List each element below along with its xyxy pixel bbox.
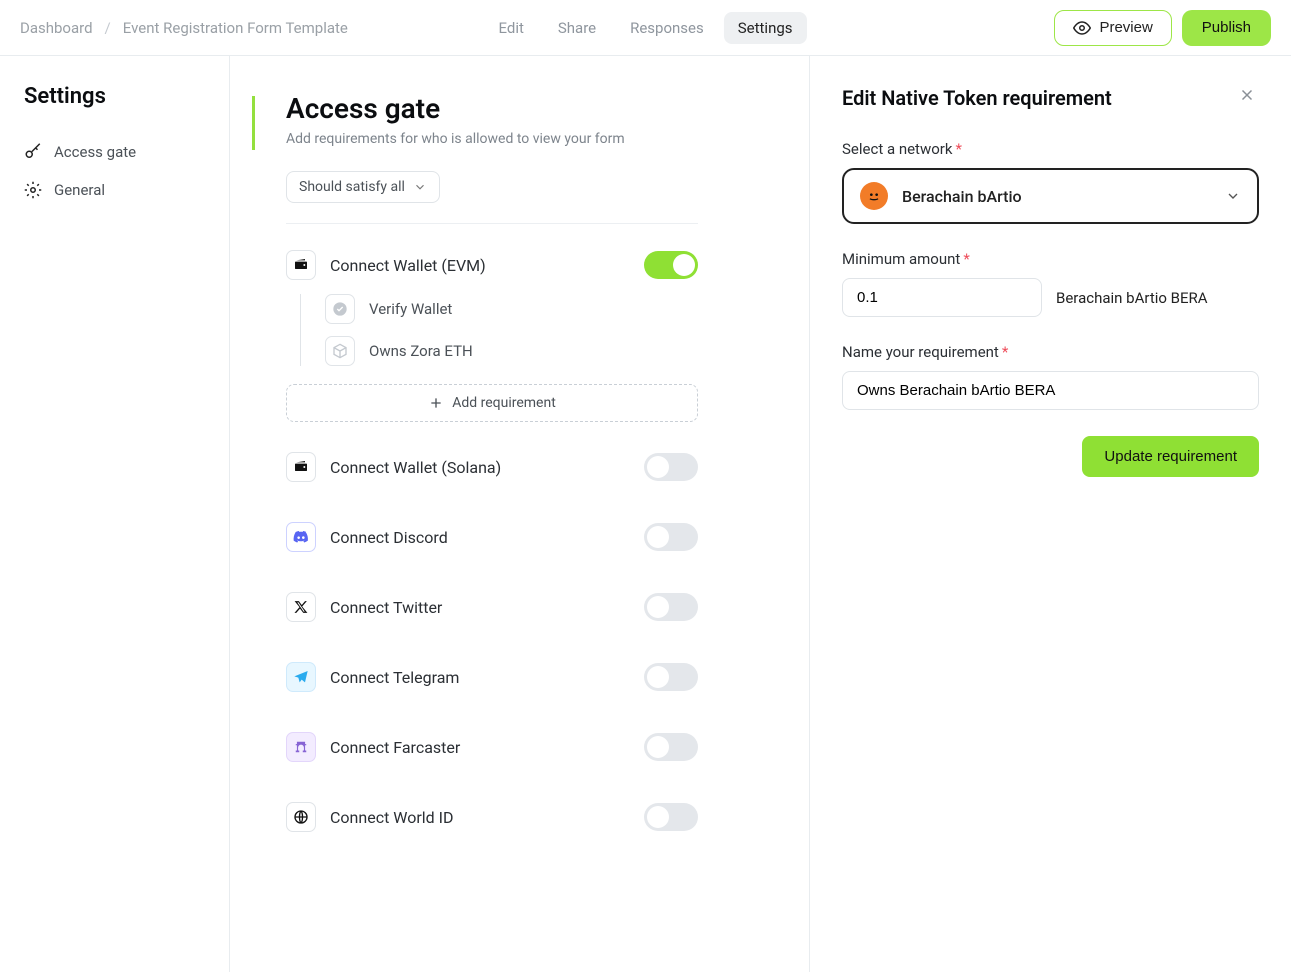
drawer-title: Edit Native Token requirement [842,86,1112,110]
key-icon [24,143,42,161]
breadcrumb-current[interactable]: Event Registration Form Template [123,19,348,37]
update-requirement-button[interactable]: Update requirement [1082,436,1259,477]
chevron-down-icon [413,180,427,194]
network-label: Select a network* [842,140,1259,158]
page-title: Access gate [286,92,698,125]
add-requirement-button[interactable]: Add requirement [286,384,698,422]
breadcrumb: Dashboard / Event Registration Form Temp… [20,19,348,37]
connector-label-twitter: Connect Twitter [330,598,630,617]
sidebar-item-access-gate[interactable]: Access gate [24,133,205,171]
satisfy-mode-select[interactable]: Should satisfy all [286,171,440,203]
toggle-twitter[interactable] [644,593,698,621]
toggle-evm[interactable] [644,251,698,279]
sidebar-item-label: General [54,181,105,199]
connector-label-worldid: Connect World ID [330,808,630,827]
min-amount-label: Minimum amount* [842,250,1259,268]
farcaster-icon [286,732,316,762]
requirement-name-label: Name your requirement* [842,343,1259,361]
page-subtitle: Add requirements for who is allowed to v… [286,131,698,147]
tab-responses[interactable]: Responses [616,12,718,44]
sidebar-item-general[interactable]: General [24,171,205,209]
berachain-icon [860,182,888,210]
network-value: Berachain bArtio [902,187,1211,206]
eye-icon [1073,19,1091,37]
min-amount-suffix: Berachain bArtio BERA [1056,289,1208,307]
toggle-worldid[interactable] [644,803,698,831]
tab-share[interactable]: Share [544,12,610,44]
divider [286,223,698,224]
tab-edit[interactable]: Edit [484,12,537,44]
connector-label-telegram: Connect Telegram [330,668,630,687]
connector-label-evm: Connect Wallet (EVM) [330,256,630,275]
requirement-name-input[interactable] [842,371,1259,410]
twitter-x-icon [286,592,316,622]
preview-button[interactable]: Preview [1054,10,1171,46]
breadcrumb-separator: / [105,19,111,37]
close-button[interactable] [1235,86,1259,110]
telegram-icon [286,662,316,692]
sidebar-item-label: Access gate [54,143,136,161]
publish-button[interactable]: Publish [1182,10,1271,46]
requirement-owns-zora[interactable]: Owns Zora ETH [325,336,698,366]
sidebar-title: Settings [24,84,205,109]
discord-icon [286,522,316,552]
toggle-farcaster[interactable] [644,733,698,761]
network-select[interactable]: Berachain bArtio [842,168,1259,224]
min-amount-input[interactable] [842,278,1042,317]
cube-icon [325,336,355,366]
requirement-verify-wallet[interactable]: Verify Wallet [325,294,698,324]
wallet-evm-icon [286,250,316,280]
chevron-down-icon [1225,188,1241,204]
requirement-label: Verify Wallet [369,300,452,318]
verify-icon [325,294,355,324]
breadcrumb-dashboard[interactable]: Dashboard [20,19,93,37]
toggle-solana[interactable] [644,453,698,481]
gear-icon [24,181,42,199]
connector-label-discord: Connect Discord [330,528,630,547]
connector-label-solana: Connect Wallet (Solana) [330,458,630,477]
toggle-telegram[interactable] [644,663,698,691]
plus-icon [428,395,444,411]
requirement-label: Owns Zora ETH [369,342,473,360]
toggle-discord[interactable] [644,523,698,551]
connector-label-farcaster: Connect Farcaster [330,738,630,757]
worldid-icon [286,802,316,832]
wallet-solana-icon [286,452,316,482]
tab-settings[interactable]: Settings [724,12,807,44]
close-icon [1238,86,1256,104]
